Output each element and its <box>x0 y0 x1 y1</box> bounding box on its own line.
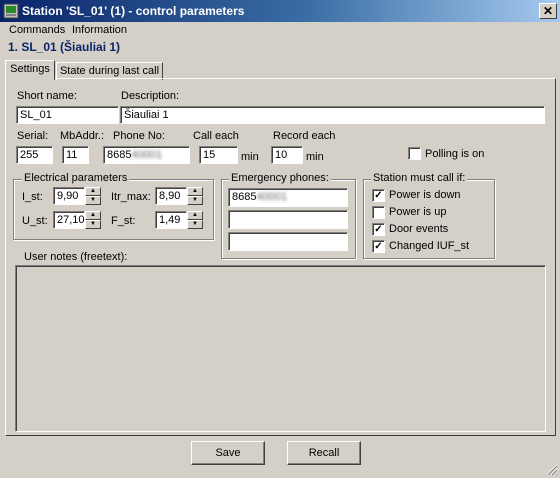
spin-up-icon[interactable]: ▲ <box>85 211 101 220</box>
phone-value: 8685 <box>107 149 132 161</box>
mbaddr-label: MbAddr.: <box>60 130 105 142</box>
electrical-params-title: Electrical parameters <box>22 172 130 184</box>
description-field[interactable]: Šiauliai 1 <box>120 106 545 124</box>
polling-label: Polling is on <box>425 148 485 160</box>
i-st-spinner[interactable]: ▲ ▼ <box>85 187 101 205</box>
itr-max-field[interactable]: 8,90 <box>155 187 187 205</box>
phone-redacted: 40001 <box>131 149 163 161</box>
spin-down-icon[interactable]: ▼ <box>85 220 101 229</box>
short-name-field[interactable]: SL_01 <box>16 106 119 124</box>
power-down-label: Power is down <box>389 189 461 201</box>
user-notes-area[interactable] <box>15 265 546 432</box>
itr-max-label: Itr_max: <box>111 191 151 203</box>
call-each-field[interactable]: 15 <box>199 146 238 164</box>
record-each-label: Record each <box>273 130 336 142</box>
mbaddr-field[interactable]: 11 <box>62 146 89 164</box>
emergency-phone-2[interactable] <box>228 210 348 229</box>
changed-iuf-checkbox[interactable]: ✓ <box>372 240 385 253</box>
i-st-field[interactable]: 9,90 <box>53 187 85 205</box>
serial-field[interactable]: 255 <box>16 146 53 164</box>
menu-commands[interactable]: Commands <box>9 24 65 36</box>
title-bar[interactable]: Station 'SL_01' (1) - control parameters… <box>0 0 560 22</box>
f-st-label: F_st: <box>111 215 136 227</box>
power-up-label: Power is up <box>389 206 447 218</box>
tab-settings[interactable]: Settings <box>5 60 55 80</box>
save-button[interactable]: Save <box>191 441 265 465</box>
menu-information[interactable]: Information <box>72 24 127 36</box>
must-call-title: Station must call if: <box>371 172 468 184</box>
spin-down-icon[interactable]: ▼ <box>85 196 101 205</box>
spin-up-icon[interactable]: ▲ <box>85 187 101 196</box>
spin-up-icon[interactable]: ▲ <box>187 211 203 220</box>
record-each-field[interactable]: 10 <box>271 146 303 164</box>
power-up-checkbox[interactable] <box>372 206 385 219</box>
emergency-phone-1-redacted: 40001 <box>256 191 288 203</box>
door-events-label: Door events <box>389 223 449 235</box>
short-name-label: Short name: <box>17 90 77 102</box>
phone-label: Phone No: <box>113 130 165 142</box>
call-each-unit: min <box>241 151 259 163</box>
emergency-phone-1[interactable]: 868540001 <box>228 188 348 207</box>
emergency-phones-title: Emergency phones: <box>229 172 331 184</box>
user-notes-label: User notes (freetext): <box>24 251 128 263</box>
door-events-checkbox[interactable]: ✓ <box>372 223 385 236</box>
recall-button[interactable]: Recall <box>287 441 361 465</box>
f-st-field[interactable]: 1,49 <box>155 211 187 229</box>
spin-down-icon[interactable]: ▼ <box>187 196 203 205</box>
u-st-field[interactable]: 27,10 <box>53 211 85 229</box>
emergency-phone-3[interactable] <box>228 232 348 251</box>
description-label: Description: <box>121 90 180 102</box>
itr-max-spinner[interactable]: ▲ ▼ <box>187 187 203 205</box>
app-icon <box>3 3 19 19</box>
u-st-spinner[interactable]: ▲ ▼ <box>85 211 101 229</box>
power-down-checkbox[interactable]: ✓ <box>372 189 385 202</box>
polling-checkbox[interactable] <box>408 147 421 160</box>
record-each-unit: min <box>306 151 324 163</box>
u-st-label: U_st: <box>22 215 48 227</box>
station-subtitle: 1. SL_01 (Šiauliai 1) <box>8 40 121 54</box>
resize-grip-icon[interactable] <box>544 462 558 476</box>
phone-field[interactable]: 868540001 <box>103 146 190 164</box>
spin-down-icon[interactable]: ▼ <box>187 220 203 229</box>
spin-up-icon[interactable]: ▲ <box>187 187 203 196</box>
close-button[interactable]: ✕ <box>539 3 557 19</box>
changed-iuf-label: Changed IUF_st <box>389 240 470 252</box>
serial-label: Serial: <box>17 130 49 142</box>
emergency-phone-1-value: 8685 <box>232 191 257 203</box>
call-each-label: Call each <box>193 130 239 142</box>
i-st-label: I_st: <box>22 191 43 203</box>
window-title: Station 'SL_01' (1) - control parameters <box>22 4 245 18</box>
f-st-spinner[interactable]: ▲ ▼ <box>187 211 203 229</box>
